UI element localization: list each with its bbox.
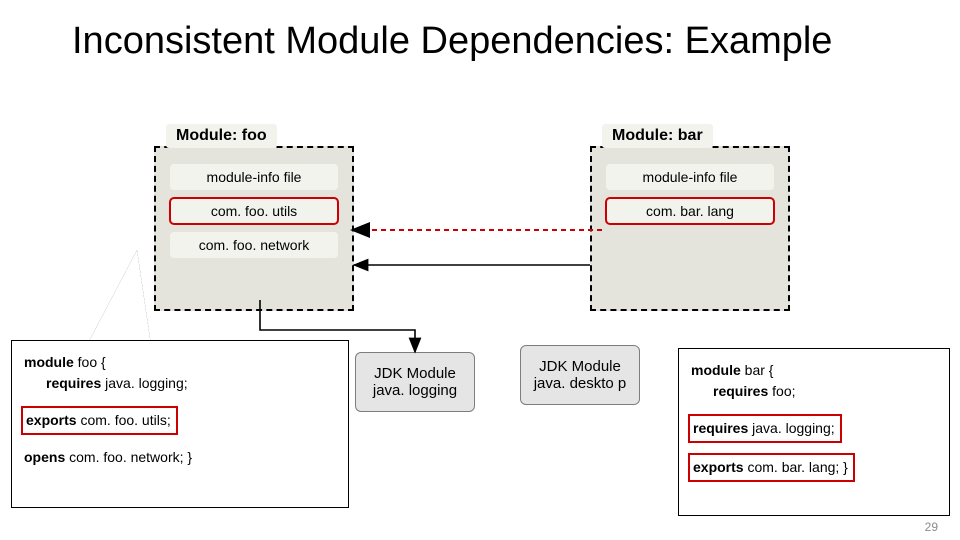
module-bar-header: Module: bar [602,124,713,148]
module-bar-info-row: module-info file [606,164,774,190]
code-text: bar { [741,362,774,378]
callout-pointer-foo [87,250,151,345]
jdk-desktop-box: JDK Module java. deskto p [520,345,640,405]
code-text: java. logging; [101,375,187,391]
module-bar-lang-row: com. bar. lang [606,198,774,224]
kw-module: module [24,354,74,370]
code-foo-line2: requires java. logging; [24,374,336,393]
kw-requires: requires [46,375,101,391]
kw-exports: exports [693,459,744,475]
code-text: com. bar. lang; } [744,459,848,475]
kw-module: module [691,362,741,378]
code-bar-line3: requires java. logging; [691,417,937,440]
kw-requires: requires [713,383,768,399]
code-bar-line4: exports com. bar. lang; } [691,456,937,479]
jdk-logging-box: JDK Module java. logging [355,352,475,412]
page-number: 29 [925,520,938,534]
code-text: foo { [74,354,106,370]
module-foo-info-row: module-info file [170,164,338,190]
code-bar-line2: requires foo; [691,382,937,401]
code-foo-panel: module foo { requires java. logging; exp… [11,340,349,508]
module-foo-box: Module: foo module-info file com. foo. u… [154,146,354,311]
code-foo-line4: opens com. foo. network; } [24,448,336,467]
code-bar-panel: module bar { requires foo; requires java… [678,348,950,516]
callout-pointer-bar [816,250,870,350]
code-bar-line1: module bar { [691,361,937,380]
code-text: java. logging; [748,420,834,436]
module-foo-utils-row: com. foo. utils [170,198,338,224]
slide-title: Inconsistent Module Dependencies: Exampl… [72,20,832,64]
code-foo-line3: exports com. foo. utils; [24,409,336,432]
kw-requires: requires [693,420,748,436]
module-foo-header: Module: foo [166,124,277,148]
kw-exports: exports [26,412,77,428]
module-foo-network-row: com. foo. network [170,232,338,258]
code-foo-line1: module foo { [24,353,336,372]
code-text: com. foo. utils; [77,412,171,428]
code-text: foo; [768,383,795,399]
kw-opens: opens [24,449,65,465]
module-bar-box: Module: bar module-info file com. bar. l… [590,146,790,311]
code-text: com. foo. network; } [65,449,192,465]
